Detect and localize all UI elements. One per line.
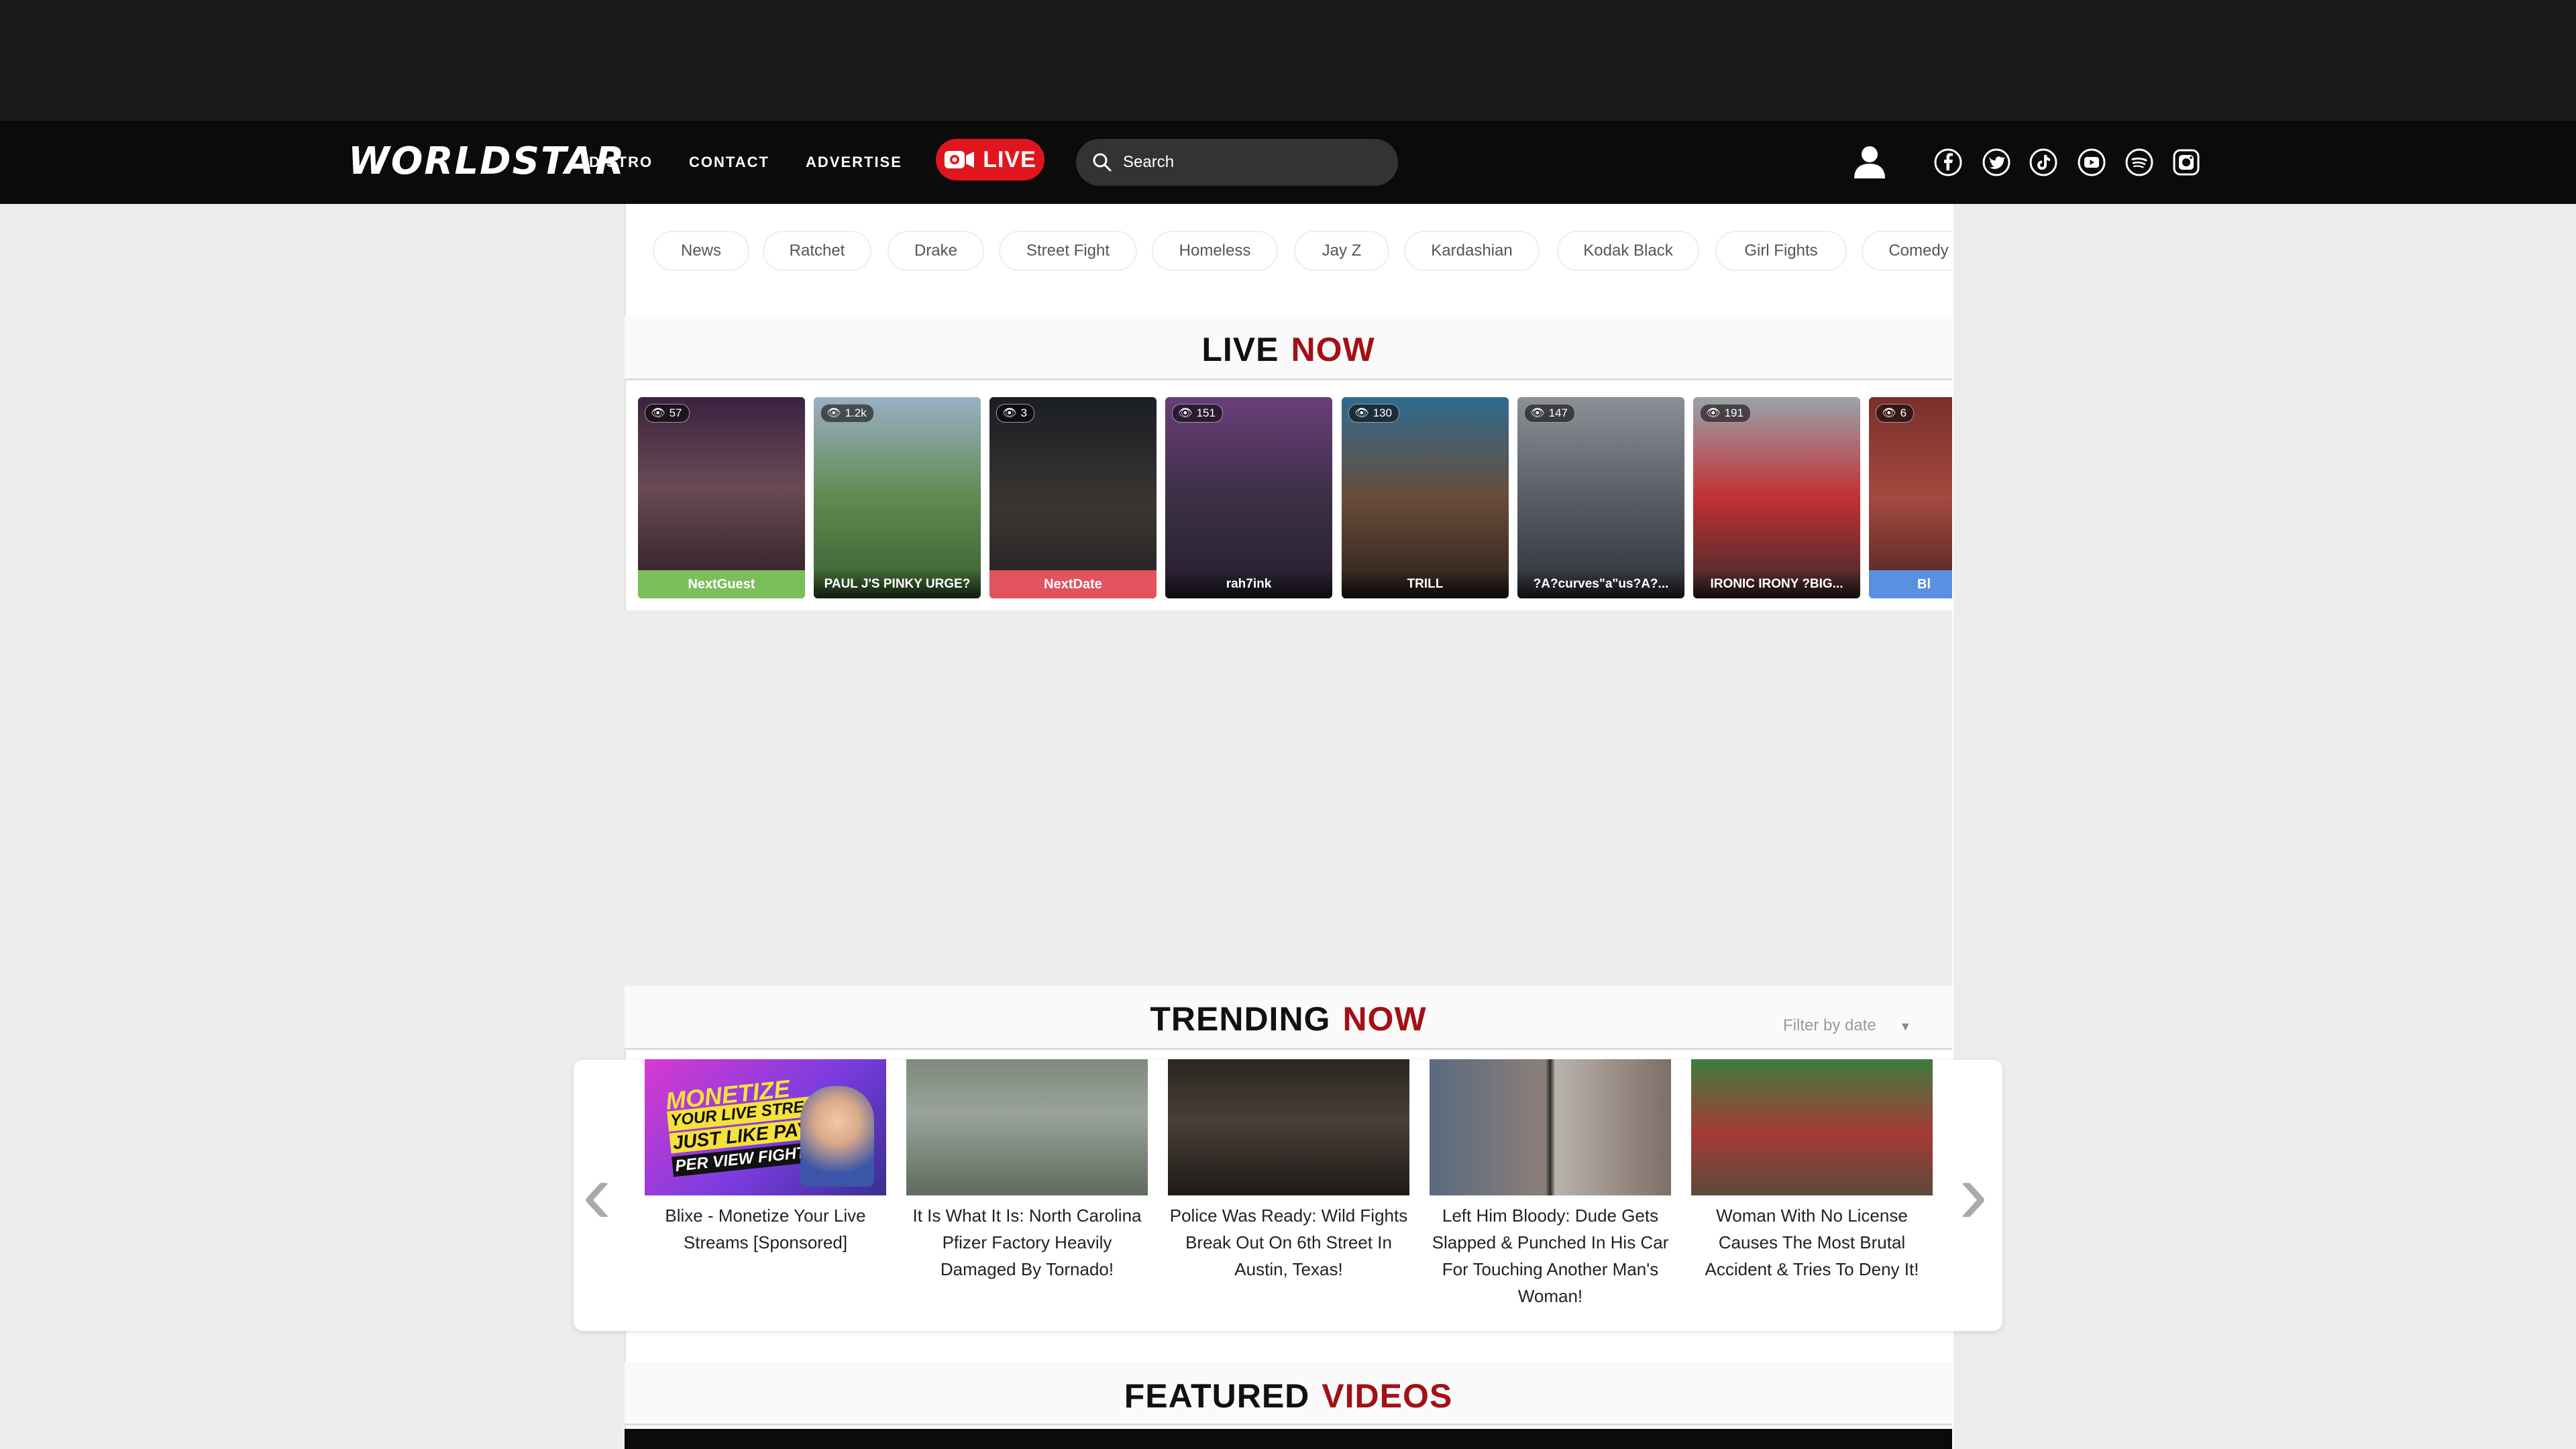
live-now-title: LIVE NOW: [1201, 331, 1375, 368]
caret-down-icon: ▼: [1899, 1020, 1912, 1033]
tag-news[interactable]: News: [653, 231, 749, 271]
eye-icon: 👁: [1882, 407, 1896, 419]
live-streams-carousel: 👁 57 NextGuest 👁 1.2k PAUL J'S PINKY URGE?…: [638, 397, 1952, 600]
streamer-name: Bl: [1869, 570, 1952, 598]
streamer-name: PAUL J'S PINKY URGE?: [814, 570, 981, 598]
ad-placeholder: [625, 610, 1952, 986]
tag-drake[interactable]: Drake: [888, 231, 984, 271]
trending-video-card[interactable]: MONETIZE YOUR LIVE STREAMS JUST LIKE PAY…: [645, 1059, 886, 1256]
tag-kodak-black[interactable]: Kodak Black: [1557, 231, 1699, 271]
live-camera-icon: [945, 151, 975, 168]
view-count: 👁 3: [996, 404, 1035, 423]
user-account-icon[interactable]: [1853, 145, 1886, 180]
nav-advertise[interactable]: ADVERTISE: [806, 154, 902, 171]
twitter-icon[interactable]: [1982, 148, 2011, 177]
live-stream-card[interactable]: 👁 6 Bl: [1869, 397, 1952, 598]
nav-contact[interactable]: CONTACT: [689, 154, 769, 171]
carousel-next-arrow[interactable]: ›: [1959, 1146, 1988, 1240]
presenter-image: [800, 1086, 874, 1187]
trending-video-card[interactable]: Left Him Bloody: Dude Gets Slapped & Pun…: [1430, 1059, 1671, 1309]
live-stream-card[interactable]: 👁 191 IRONIC IRONY ?BIG...: [1693, 397, 1860, 598]
view-count: 👁 151: [1172, 404, 1223, 423]
search-icon: [1093, 153, 1112, 172]
live-stream-card[interactable]: 👁 1.2k PAUL J'S PINKY URGE?: [814, 397, 981, 598]
video-thumbnail[interactable]: [906, 1059, 1148, 1195]
tag-homeless[interactable]: Homeless: [1152, 231, 1278, 271]
tag-street-fight[interactable]: Street Fight: [999, 231, 1137, 271]
video-thumbnail[interactable]: MONETIZE YOUR LIVE STREAMS JUST LIKE PAY…: [645, 1059, 886, 1195]
search-bar[interactable]: [1076, 139, 1398, 186]
facebook-icon[interactable]: [1933, 148, 1963, 177]
featured-video-player[interactable]: [625, 1429, 1952, 1449]
spotify-icon[interactable]: [2125, 148, 2154, 177]
video-title[interactable]: Woman With No License Causes The Most Br…: [1691, 1202, 1933, 1283]
eye-icon: 👁: [1002, 407, 1017, 419]
video-title[interactable]: Left Him Bloody: Dude Gets Slapped & Pun…: [1430, 1202, 1671, 1309]
tag-bar: News Ratchet Drake Street Fight Homeless…: [625, 204, 1952, 298]
view-count: 👁 1.2k: [820, 404, 874, 423]
eye-icon: 👁: [826, 407, 841, 419]
eye-icon: 👁: [1706, 407, 1721, 419]
view-count: 👁 130: [1348, 404, 1399, 423]
tag-ratchet[interactable]: Ratchet: [763, 231, 871, 271]
live-stream-card[interactable]: 👁 3 NextDate: [989, 397, 1157, 598]
eye-icon: 👁: [1178, 407, 1193, 419]
live-button[interactable]: LIVE: [936, 139, 1044, 180]
view-count: 👁 57: [645, 404, 690, 423]
streamer-name: rah7ink: [1165, 570, 1332, 598]
worldstar-logo[interactable]: WORLDSTAR: [348, 140, 624, 184]
streamer-name: TRILL: [1342, 570, 1509, 598]
streamer-name: ?A?curves"a"us?A?...: [1517, 570, 1684, 598]
video-thumbnail[interactable]: [1168, 1059, 1409, 1195]
top-banner-area: [0, 0, 2576, 121]
filter-by-date-dropdown[interactable]: Filter by date ▼: [1783, 1016, 1911, 1035]
carousel-prev-arrow[interactable]: ‹: [582, 1146, 611, 1240]
live-stream-card[interactable]: 👁 57 NextGuest: [638, 397, 805, 598]
nav-distro[interactable]: DISTRO: [589, 154, 653, 171]
view-count: 👁 191: [1700, 404, 1751, 423]
streamer-name: NextDate: [989, 570, 1157, 598]
tiktok-icon[interactable]: [2029, 148, 2058, 177]
video-title[interactable]: Blixe - Monetize Your Live Streams [Spon…: [645, 1202, 886, 1256]
tag-jay-z[interactable]: Jay Z: [1294, 231, 1389, 271]
search-input[interactable]: [1122, 152, 1379, 172]
trending-video-card[interactable]: Woman With No License Causes The Most Br…: [1691, 1059, 1933, 1283]
instagram-icon[interactable]: [2171, 148, 2201, 177]
live-stream-card[interactable]: 👁 151 rah7ink: [1165, 397, 1332, 598]
video-title[interactable]: It Is What It Is: North Carolina Pfizer …: [906, 1202, 1148, 1283]
trending-video-card[interactable]: It Is What It Is: North Carolina Pfizer …: [906, 1059, 1148, 1283]
featured-videos-title: FEATURED VIDEOS: [1124, 1377, 1453, 1415]
trending-now-title: TRENDING NOW: [1150, 1000, 1427, 1038]
tag-kardashian[interactable]: Kardashian: [1404, 231, 1540, 271]
streamer-name: IRONIC IRONY ?BIG...: [1693, 570, 1860, 598]
eye-icon: 👁: [1530, 407, 1545, 419]
tag-comedy[interactable]: Comedy: [1862, 231, 1952, 271]
live-stream-card[interactable]: 👁 147 ?A?curves"a"us?A?...: [1517, 397, 1684, 598]
view-count: 👁 6: [1876, 404, 1915, 423]
eye-icon: 👁: [1354, 407, 1369, 419]
video-thumbnail[interactable]: [1430, 1059, 1671, 1195]
tag-girl-fights[interactable]: Girl Fights: [1715, 231, 1847, 271]
view-count: 👁 147: [1524, 404, 1575, 423]
trending-video-card[interactable]: Police Was Ready: Wild Fights Break Out …: [1168, 1059, 1409, 1283]
video-title[interactable]: Police Was Ready: Wild Fights Break Out …: [1168, 1202, 1409, 1283]
live-stream-card[interactable]: 👁 130 TRILL: [1342, 397, 1509, 598]
eye-icon: 👁: [651, 407, 665, 419]
video-thumbnail[interactable]: [1691, 1059, 1933, 1195]
youtube-icon[interactable]: [2077, 148, 2106, 177]
streamer-name: NextGuest: [638, 570, 805, 598]
